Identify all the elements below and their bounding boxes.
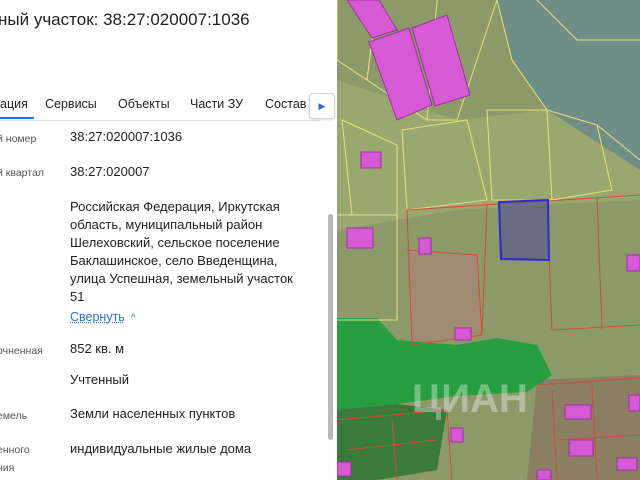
tab-composition[interactable]: Состав xyxy=(265,97,306,111)
building xyxy=(450,427,464,443)
address-line: Баклашинское, село Введенщина, xyxy=(70,253,278,268)
tab-objects[interactable]: Объекты xyxy=(118,97,170,111)
address-line: Шелеховский, сельское поселение xyxy=(70,235,280,250)
building xyxy=(568,439,594,457)
tab-bar: ация Сервисы Объекты Части ЗУ Состав xyxy=(0,94,337,120)
collapse-label: Свернуть xyxy=(70,310,125,324)
building xyxy=(536,469,552,480)
chevron-right-icon: ▶ xyxy=(318,100,326,111)
category-label: емель xyxy=(0,410,28,422)
collapse-link[interactable]: Свернуть ^ xyxy=(70,310,136,324)
use-label-line-1: енного xyxy=(0,444,30,456)
map-canvas[interactable]: ЦИАН xyxy=(337,0,640,480)
tab-parts[interactable]: Части ЗУ xyxy=(190,97,243,111)
building xyxy=(454,327,472,341)
building xyxy=(360,151,382,169)
building xyxy=(616,457,638,471)
building xyxy=(626,254,640,272)
building xyxy=(337,461,352,477)
area-label: очненная xyxy=(0,345,43,357)
selected-parcel[interactable] xyxy=(497,198,551,262)
building xyxy=(418,237,432,255)
cad-number-label: й номер xyxy=(0,133,37,145)
area-value: 852 кв. м xyxy=(70,341,125,356)
category-value: Земли населенных пунктов xyxy=(70,406,236,421)
chevron-up-icon: ^ xyxy=(130,313,136,324)
map-watermark: ЦИАН xyxy=(412,377,528,421)
page-title: ный участок: 38:27:020007:1036 xyxy=(0,10,250,29)
tabs-next-button[interactable]: ▶ xyxy=(309,93,335,119)
address-line: Российская Федерация, Иркутская xyxy=(70,199,280,214)
building xyxy=(628,394,640,412)
building xyxy=(346,227,374,249)
info-panel: ный участок: 38:27:020007:1036 ация Серв… xyxy=(0,0,337,480)
tab-services[interactable]: Сервисы xyxy=(45,97,97,111)
address-line: 51 xyxy=(70,289,85,304)
building xyxy=(564,404,592,420)
quarter-value: 38:27:020007 xyxy=(70,164,150,179)
use-label-line-2: ния xyxy=(0,462,15,474)
scrollbar-thumb[interactable] xyxy=(328,214,333,440)
use-value: индивидуальные жилые дома xyxy=(70,441,252,456)
quarter-label: й квартал xyxy=(0,167,44,179)
active-tab-indicator xyxy=(0,117,34,119)
status-value: Учтенный xyxy=(70,372,130,387)
address-line: область, муниципальный район xyxy=(70,217,263,232)
tab-information[interactable]: ация xyxy=(0,97,28,111)
cadastral-map[interactable]: ЦИАН xyxy=(337,0,640,480)
address-value: Российская Федерация, Иркутская область,… xyxy=(70,198,320,306)
cad-number-value: 38:27:020007:1036 xyxy=(70,129,183,144)
tab-divider xyxy=(0,120,320,121)
address-line: улица Успешная, земельный участок xyxy=(70,271,293,286)
